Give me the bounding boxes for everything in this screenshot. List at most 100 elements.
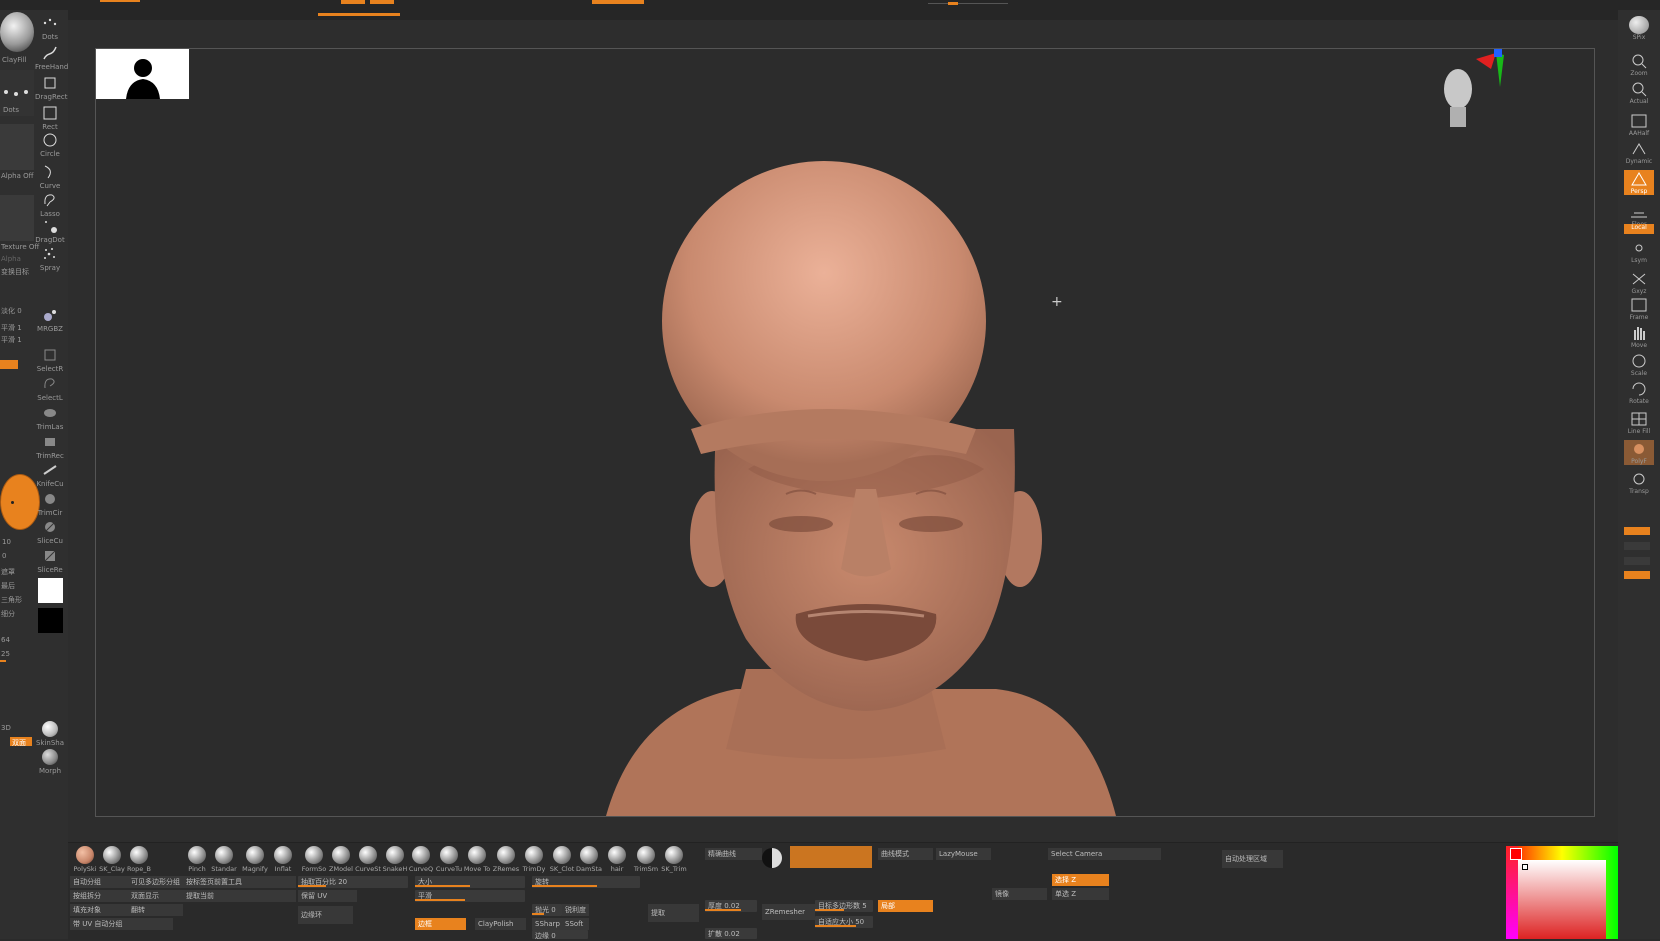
x-sym-button[interactable] bbox=[1624, 527, 1650, 535]
flip-button[interactable]: 翻转 bbox=[128, 904, 183, 916]
brush-zremes[interactable]: ZRemes bbox=[491, 846, 521, 873]
secondary-color-swatch[interactable] bbox=[38, 608, 63, 633]
top-orange-button-1[interactable] bbox=[341, 0, 365, 4]
rotate-slider[interactable]: 旋转 bbox=[532, 876, 640, 888]
tool-slicerect[interactable]: SliceRe bbox=[35, 548, 65, 574]
extract-button[interactable]: 提取 bbox=[648, 904, 699, 922]
brush-curvest[interactable]: CurveSt bbox=[353, 846, 383, 873]
brush-move-to[interactable]: Move To bbox=[462, 846, 492, 873]
edge-loop-button[interactable]: 边缘环 bbox=[298, 906, 353, 924]
tool-curve[interactable]: Curve bbox=[35, 164, 65, 190]
zremesher-mode-button[interactable] bbox=[790, 846, 872, 868]
aahalf-button[interactable]: AAHalf bbox=[1624, 112, 1654, 137]
tool-dragrect[interactable]: DragRect bbox=[35, 75, 67, 101]
polyf-button[interactable]: PolyF bbox=[1624, 440, 1654, 465]
brush-trimdy[interactable]: TrimDy bbox=[519, 846, 549, 873]
navigation-gizmo-icon[interactable] bbox=[1436, 49, 1516, 139]
tool-mrgbz[interactable]: MRGBZ bbox=[35, 307, 65, 333]
tool-dragdot[interactable]: DragDot bbox=[35, 218, 65, 244]
z-sym-button[interactable] bbox=[1624, 557, 1650, 565]
clay-polish-button[interactable]: ClayPolish bbox=[475, 918, 526, 930]
brush-polyski[interactable]: PolySki bbox=[70, 846, 100, 873]
tool-dots[interactable]: Dots bbox=[35, 15, 65, 41]
draw-size-dial[interactable] bbox=[0, 474, 40, 530]
top-slider-thumb[interactable] bbox=[948, 2, 958, 5]
brush-pinch[interactable]: Pinch bbox=[182, 846, 212, 873]
spread-slider[interactable]: 扩散 0.02 bbox=[705, 928, 757, 939]
local-button[interactable]: Local bbox=[1624, 224, 1654, 234]
extract-current-button[interactable]: 提取当前 bbox=[183, 890, 296, 902]
ssoft-button[interactable]: SSoft bbox=[562, 918, 589, 930]
dynamic-button[interactable]: Dynamic bbox=[1624, 140, 1654, 165]
fill-object-button[interactable]: 填充对象 bbox=[70, 904, 131, 916]
auto-region-button[interactable]: 自动处理区域 bbox=[1222, 850, 1283, 868]
lsym-button[interactable]: Lsym bbox=[1624, 239, 1654, 264]
brush-inflat[interactable]: Inflat bbox=[268, 846, 298, 873]
tool-selectrect[interactable]: SelectR bbox=[35, 347, 65, 373]
m-sym-button[interactable] bbox=[1624, 571, 1650, 579]
viewport[interactable]: + bbox=[95, 48, 1595, 817]
tool-selectlasso[interactable]: SelectL bbox=[35, 376, 65, 402]
polish-slider[interactable]: 抛光 0 bbox=[532, 904, 562, 916]
top-orange-button-2[interactable] bbox=[370, 0, 394, 4]
tool-slicecurve[interactable]: SliceCu bbox=[35, 519, 65, 545]
adaptive-size-slider[interactable]: 自适应大小 50 bbox=[815, 916, 873, 928]
local-toggle-button[interactable]: 局部 bbox=[878, 900, 933, 912]
extract-count-slider[interactable]: 抽取百分比 20 bbox=[298, 876, 408, 888]
alpha-preview[interactable] bbox=[0, 124, 34, 170]
size-slider[interactable]: 大小 bbox=[415, 876, 525, 888]
rgb-slider-fill[interactable] bbox=[0, 660, 6, 662]
single-select-button[interactable]: 单选 Z bbox=[1052, 888, 1109, 900]
tool-prefix-button[interactable]: 按标签页前置工具 bbox=[183, 876, 296, 888]
tool-spray[interactable]: Spray bbox=[35, 246, 65, 272]
brush-magnify[interactable]: Magnify bbox=[240, 846, 270, 873]
border-slider[interactable]: 边缘 0 bbox=[532, 930, 588, 940]
lazy-mouse-button[interactable]: LazyMouse bbox=[936, 848, 991, 860]
uv-auto-group-button[interactable]: 带 UV 自动分组 bbox=[70, 918, 173, 930]
brush-standar[interactable]: Standar bbox=[209, 846, 239, 873]
y-sym-button[interactable] bbox=[1624, 542, 1650, 550]
material-skinshade[interactable]: SkinSha bbox=[35, 721, 65, 747]
mode-toggle-button[interactable] bbox=[0, 360, 18, 369]
move-z-button[interactable]: 选择 Z bbox=[1052, 874, 1109, 886]
color-picker-field[interactable] bbox=[1506, 860, 1606, 939]
frame-button[interactable]: Frame bbox=[1624, 296, 1654, 321]
top-slider-track[interactable] bbox=[928, 3, 1008, 4]
tool-trimcircle[interactable]: TrimCir bbox=[35, 491, 65, 517]
group-visible-button[interactable]: 可见多边形分组 bbox=[128, 876, 183, 888]
auto-group-button[interactable]: 自动分组 bbox=[70, 876, 131, 888]
preserve-uv-button[interactable]: 保留 UV bbox=[298, 890, 357, 902]
tool-lasso[interactable]: Lasso bbox=[35, 192, 65, 218]
material-morph[interactable]: Morph bbox=[35, 749, 65, 775]
tool-knifecurve[interactable]: KnifeCu bbox=[35, 462, 65, 488]
mirror-button[interactable]: 镜像 bbox=[992, 888, 1047, 900]
zremesher-button[interactable]: ZRemesher bbox=[762, 904, 815, 920]
current-brush-icon[interactable] bbox=[0, 12, 34, 52]
split-groups-button[interactable]: 按组拆分 bbox=[70, 890, 131, 902]
smooth-slider[interactable]: 平滑 bbox=[415, 890, 525, 902]
ssharp-button[interactable]: SSharp bbox=[532, 918, 563, 930]
double-sided-display-button[interactable]: 双面显示 bbox=[128, 890, 183, 902]
top-orange-button-3[interactable] bbox=[592, 0, 644, 4]
stroke-preview[interactable]: Dots bbox=[0, 70, 34, 116]
precise-curve-button[interactable]: 精确曲线 bbox=[705, 848, 762, 860]
tool-rect[interactable]: Rect bbox=[35, 105, 65, 131]
zoom-button[interactable]: Zoom bbox=[1624, 52, 1654, 77]
sharp-button[interactable]: 锐利度 bbox=[562, 904, 589, 916]
scale-button[interactable]: Scale bbox=[1624, 352, 1654, 377]
select-camera-button[interactable]: Select Camera bbox=[1048, 848, 1161, 860]
texture-preview[interactable] bbox=[0, 195, 34, 241]
curve-mode-button[interactable]: 曲线模式 bbox=[878, 848, 933, 860]
tool-trimrect[interactable]: TrimRec bbox=[35, 434, 65, 460]
move-button[interactable]: Move bbox=[1624, 324, 1654, 349]
persp-button[interactable]: Persp bbox=[1624, 170, 1654, 195]
edge-mask-button[interactable]: 边框 bbox=[415, 918, 466, 930]
color-picker-handle[interactable] bbox=[1522, 864, 1528, 870]
brush-zmodel[interactable]: ZModel bbox=[326, 846, 356, 873]
main-color-swatch[interactable] bbox=[38, 578, 63, 603]
thickness-slider[interactable]: 厚度 0.02 bbox=[705, 900, 757, 912]
rotate-button[interactable]: Rotate bbox=[1624, 380, 1654, 405]
brush-trimsm[interactable]: TrimSm bbox=[631, 846, 661, 873]
brush-curveq[interactable]: CurveQ bbox=[406, 846, 436, 873]
target-count-slider[interactable]: 目标多边形数 5 bbox=[815, 900, 873, 912]
